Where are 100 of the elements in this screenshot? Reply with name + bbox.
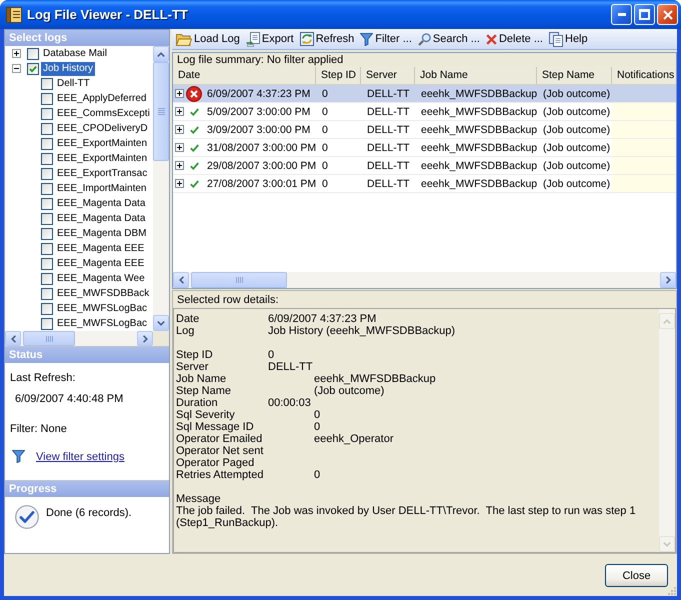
toolbar-button[interactable]: Help bbox=[546, 29, 591, 49]
column-header[interactable]: Server bbox=[361, 67, 415, 84]
checkbox[interactable] bbox=[41, 272, 53, 284]
tree-item[interactable]: EEE_Magenta EEE bbox=[55, 256, 146, 270]
checkbox[interactable] bbox=[41, 152, 53, 164]
checkbox[interactable] bbox=[41, 182, 53, 194]
document-arrow-icon bbox=[246, 32, 260, 46]
detail-value: 00:00:03 bbox=[268, 397, 311, 409]
checkbox[interactable] bbox=[41, 78, 53, 90]
tree-item[interactable]: Dell-TT bbox=[55, 76, 92, 90]
progress-message: Done (6 records). bbox=[46, 507, 132, 519]
scroll-up-button[interactable] bbox=[153, 46, 169, 62]
table-cell-text: eeehk_MWFSDBBackup bbox=[420, 158, 537, 174]
plus-box-icon[interactable] bbox=[175, 161, 184, 170]
checkbox[interactable] bbox=[41, 122, 53, 134]
scrollbar-corner bbox=[153, 331, 169, 346]
tree-item[interactable]: EEE_MWFSLogBac bbox=[55, 302, 150, 316]
table-cell-text: eeehk_MWFSDBBackup bbox=[420, 86, 537, 102]
scroll-left-button[interactable] bbox=[173, 272, 189, 288]
plus-box-icon[interactable] bbox=[175, 143, 184, 152]
detail-label: Sql Severity bbox=[176, 409, 235, 421]
table-row[interactable]: 29/08/2007 3:00:00 PM 0 DELL-TT eeehk_MWFSDBBackup (Job outcome) bbox=[173, 157, 676, 175]
maximize-button[interactable] bbox=[634, 4, 655, 25]
scroll-right-button[interactable] bbox=[660, 272, 676, 288]
table-cell-text: eeehk_MWFSDBBackup bbox=[420, 104, 537, 120]
checkbox[interactable] bbox=[41, 228, 53, 240]
column-header[interactable]: Job Name bbox=[415, 67, 537, 84]
search-icon bbox=[418, 32, 431, 46]
tree-item[interactable]: EEE_ExportMainten bbox=[55, 152, 150, 166]
plus-box-icon[interactable] bbox=[12, 49, 21, 58]
tree-item[interactable]: Job History bbox=[41, 62, 96, 76]
table-row[interactable]: 31/08/2007 3:00:00 PM 0 DELL-TT eeehk_MWFSDBBackup (Job outcome) bbox=[173, 139, 676, 157]
table-row[interactable]: 6/09/2007 4:37:23 PM 0 DELL-TT eeehk_MWFSDBBackup (Job outcome) bbox=[173, 85, 676, 103]
table-row[interactable]: 27/08/2007 3:00:01 PM 0 DELL-TT eeehk_MWFSDBBackup (Job outcome) bbox=[173, 175, 676, 193]
plus-box-icon[interactable] bbox=[175, 107, 184, 116]
scrollbar-thumb[interactable] bbox=[153, 62, 169, 161]
detail-value: 0 bbox=[314, 469, 320, 481]
tree-item[interactable]: EEE_Magenta EEE bbox=[55, 242, 146, 256]
table-row[interactable]: 5/09/2007 3:00:00 PM 0 DELL-TT eeehk_MWFSDBBackup (Job outcome) bbox=[173, 103, 676, 121]
toolbar-button[interactable]: Load Log bbox=[173, 29, 243, 49]
toolbar-button[interactable]: Search ... bbox=[414, 29, 483, 49]
minus-box-icon[interactable] bbox=[12, 64, 21, 73]
scrollbar-thumb[interactable] bbox=[191, 272, 287, 288]
checkbox[interactable] bbox=[41, 108, 53, 120]
checkbox[interactable] bbox=[41, 258, 53, 270]
vertical-scrollbar[interactable] bbox=[153, 46, 169, 331]
filter-settings-link[interactable]: View filter settings bbox=[36, 450, 124, 462]
tree-item[interactable]: EEE_Magenta Data bbox=[55, 212, 148, 226]
table-row[interactable]: 3/09/2007 3:00:00 PM 0 DELL-TT eeehk_MWFSDBBackup (Job outcome) bbox=[173, 121, 676, 139]
checkbox[interactable] bbox=[27, 48, 39, 60]
tree-item[interactable]: EEE_Magenta Data bbox=[55, 196, 148, 210]
plus-box-icon[interactable] bbox=[175, 89, 184, 98]
detail-value: Job History (eeehk_MWFSDBBackup) bbox=[268, 325, 456, 337]
tree-item[interactable]: Database Mail bbox=[41, 46, 109, 60]
tree-item[interactable]: EEE_ExportTransac bbox=[55, 166, 150, 180]
window-close-button[interactable] bbox=[657, 4, 678, 25]
checkbox[interactable] bbox=[41, 318, 53, 330]
checkbox[interactable] bbox=[41, 198, 53, 210]
toolbar-button[interactable]: Filter ... bbox=[357, 29, 415, 49]
column-header[interactable]: Step Name bbox=[537, 67, 612, 84]
message-label: Message bbox=[176, 493, 222, 505]
scroll-left-button[interactable] bbox=[5, 331, 21, 346]
table-cell-text: eeehk_MWFSDBBackup bbox=[420, 176, 537, 192]
scroll-down-button[interactable] bbox=[153, 315, 169, 331]
scrollbar-thumb[interactable] bbox=[23, 331, 75, 346]
checkbox[interactable] bbox=[41, 302, 53, 314]
tree-item[interactable]: EEE_ApplyDeferred bbox=[55, 92, 148, 106]
toolbar-button[interactable]: Export bbox=[242, 29, 297, 49]
column-header[interactable]: Date bbox=[173, 67, 316, 84]
tree-item[interactable]: EEE_Magenta Wee bbox=[55, 272, 147, 286]
checkbox[interactable] bbox=[41, 242, 53, 254]
checkbox[interactable] bbox=[41, 138, 53, 150]
horizontal-scrollbar[interactable] bbox=[173, 272, 676, 288]
plus-box-icon[interactable] bbox=[175, 179, 184, 188]
table-cell-text: DELL-TT bbox=[366, 176, 411, 192]
tree-item[interactable]: EEE_MWFSLogBac bbox=[55, 316, 150, 330]
chevron-left-icon bbox=[178, 276, 184, 284]
column-header[interactable]: Notifications bbox=[612, 67, 676, 84]
checkbox[interactable] bbox=[41, 288, 53, 300]
minimize-button[interactable] bbox=[611, 4, 632, 25]
checkbox[interactable] bbox=[41, 212, 53, 224]
tree-item[interactable]: EEE_CPODeliveryD bbox=[55, 122, 150, 136]
toolbar-button[interactable]: Refresh bbox=[296, 29, 358, 49]
checkbox[interactable] bbox=[41, 92, 53, 104]
horizontal-scrollbar[interactable] bbox=[5, 331, 153, 346]
scroll-right-button[interactable] bbox=[137, 331, 153, 346]
tree-item[interactable]: EEE_MWFSDBBack bbox=[55, 286, 152, 300]
tree-item[interactable]: EEE_Magenta DBM bbox=[55, 226, 148, 240]
table-cell: 5/09/2007 3:00:00 PM bbox=[207, 106, 310, 118]
toolbar-button[interactable]: Delete ... bbox=[482, 29, 546, 49]
plus-box-icon[interactable] bbox=[175, 125, 184, 134]
tree-item[interactable]: EEE_ImportMainten bbox=[55, 182, 148, 196]
tree-item[interactable]: EEE_CommsExcepti bbox=[55, 106, 152, 120]
checkbox[interactable] bbox=[27, 62, 39, 74]
chevron-right-icon bbox=[142, 334, 148, 342]
tree-item[interactable]: EEE_ExportMainten bbox=[55, 136, 150, 150]
checkbox[interactable] bbox=[41, 168, 53, 180]
column-header[interactable]: Step ID bbox=[316, 67, 361, 84]
section-header: Status bbox=[5, 347, 169, 363]
close-button[interactable]: Close bbox=[605, 564, 668, 587]
